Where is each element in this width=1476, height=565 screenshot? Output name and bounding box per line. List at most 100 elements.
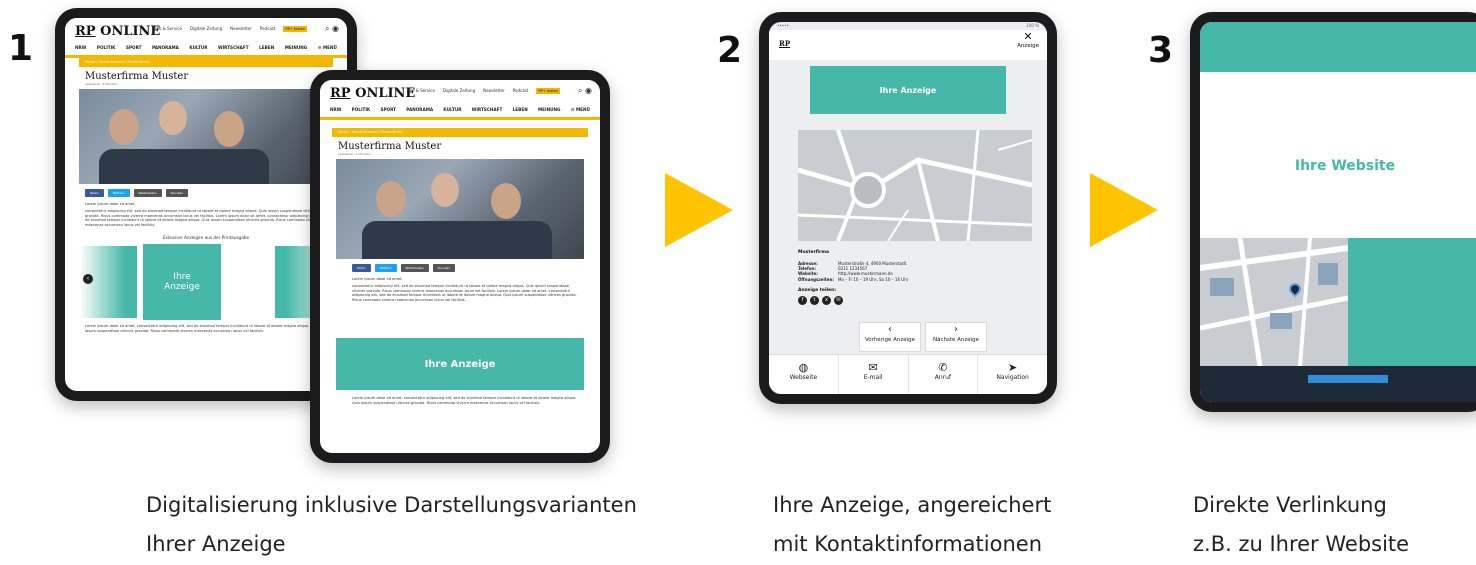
menu-button[interactable]: ☰ MENÜ xyxy=(318,45,337,50)
facebook-share-button[interactable]: Teilen xyxy=(352,264,371,272)
close-label: Anzeige xyxy=(1017,43,1039,49)
contact-field: Öffnungszeiten: Mo – Fr 10 – 19 Uhr, Sa 1… xyxy=(798,276,909,282)
rp-header: RP ONLINE Abo & Service Digitale Zeitung… xyxy=(320,80,600,120)
facebook-icon[interactable]: f xyxy=(798,295,807,305)
twitter-share-button[interactable]: Twittern xyxy=(107,189,130,197)
rp-top-links: Abo & Service Digitale Zeitung Newslette… xyxy=(154,26,307,32)
share-label: Anzeige teilen: xyxy=(798,287,837,293)
print-button[interactable]: Drucken xyxy=(432,264,456,272)
nav-item[interactable]: SPORT xyxy=(126,45,142,50)
article-meta: Lesedauer: 4 Minuten xyxy=(85,82,118,86)
nav-item[interactable]: LEBEN xyxy=(513,107,528,112)
phone-icon: ✆ xyxy=(938,361,948,374)
top-link[interactable]: Digitale Zeitung xyxy=(190,26,222,32)
carousel-title: Exklusive Anzeigen aus der Printausgabe xyxy=(162,235,250,241)
tablet-article-portrait: RP ONLINE Abo & Service Digitale Zeitung… xyxy=(310,70,610,463)
menu-button[interactable]: ☰ MENÜ xyxy=(571,107,590,112)
next-ad-button[interactable]: › Nächste Anzeige xyxy=(925,322,987,352)
caption-line: Direkte Verlinkung xyxy=(1193,493,1387,517)
share-row: Teilen Twittern Weiterleiten Drucken xyxy=(332,259,588,277)
nav-item[interactable]: POLITIK xyxy=(97,45,116,50)
prev-ad-button[interactable]: ‹ Vorherige Anzeige xyxy=(859,322,921,352)
call-button[interactable]: ✆ Anruf xyxy=(909,355,979,394)
article-photo xyxy=(79,89,333,184)
twitter-share-button[interactable]: Twittern xyxy=(374,264,397,272)
article-screen-back: RP ONLINE Abo & Service Digitale Zeitung… xyxy=(65,18,347,391)
top-link[interactable]: Newsletter xyxy=(483,88,505,94)
arrow-right-icon xyxy=(665,173,733,247)
ad-banner[interactable]: Ihre Anzeige xyxy=(336,338,584,391)
nav-item[interactable]: PANORAMA xyxy=(406,107,433,112)
rp-logo[interactable]: RP ONLINE xyxy=(75,24,160,39)
print-button[interactable]: Drucken xyxy=(165,189,189,197)
navigation-icon: ➤ xyxy=(1008,361,1018,374)
mail-share-button[interactable]: Weiterleiten xyxy=(400,264,429,272)
website-map[interactable] xyxy=(1200,238,1348,366)
tablet-ad-detail: ••••• 100 % RP ✕ Anzeige Ihre Anzeige Mu… xyxy=(759,12,1057,404)
article-photo xyxy=(336,159,584,259)
mail-share-button[interactable]: Weiterleiten xyxy=(133,189,162,197)
nav-item[interactable]: NRW xyxy=(330,107,341,112)
nav-item[interactable]: LEBEN xyxy=(259,45,274,50)
rp-plus-badge[interactable]: RP+ testen xyxy=(536,88,560,94)
nav-item[interactable]: WIRTSCHAFT xyxy=(472,107,503,112)
nav-item[interactable]: WIRTSCHAFT xyxy=(218,45,249,50)
email-button[interactable]: ✉ E-mail xyxy=(839,355,909,394)
breadcrumb[interactable]: Home / Sonderthemen / Musterfirma xyxy=(332,128,588,137)
website-screen: Ihre Website xyxy=(1200,22,1476,402)
nav-item[interactable]: SPORT xyxy=(380,107,396,112)
close-button[interactable]: ✕ Anzeige xyxy=(1017,31,1039,50)
navigation-button[interactable]: ➤ Navigation xyxy=(978,355,1047,394)
nav-item[interactable]: MEINUNG xyxy=(538,107,560,112)
carousel-ad-current[interactable]: Ihre Anzeige xyxy=(143,244,221,321)
website-teal-block xyxy=(1348,238,1476,366)
article-intro: Lorem ipsum dolor sit amet, xyxy=(85,202,136,206)
rp-nav: NRW POLITIK SPORT PANORAMA KULTUR WIRTSC… xyxy=(330,107,590,112)
breadcrumb[interactable]: Home / Sonderthemen / Musterfirma xyxy=(79,58,333,67)
map-svg xyxy=(798,130,1032,241)
rp-logo[interactable]: RP xyxy=(779,39,790,48)
website-title[interactable]: Ihre Website xyxy=(1200,158,1476,174)
top-link[interactable]: Newsletter xyxy=(230,26,252,32)
cta-button[interactable] xyxy=(1308,375,1388,383)
nav-item[interactable]: PANORAMA xyxy=(152,45,179,50)
top-link[interactable]: Podcast xyxy=(513,88,529,94)
ad-banner[interactable]: Ihre Anzeige xyxy=(810,66,1006,114)
share-row: Teilen Twittern Weiterleiten Drucken xyxy=(79,184,333,202)
arrow-right-icon xyxy=(1090,173,1158,247)
chevron-right-icon: › xyxy=(954,324,958,335)
article-body: consectetur adipiscing elit, sed do eius… xyxy=(352,284,577,302)
article-title: Musterfirma Muster xyxy=(85,71,189,82)
facebook-share-button[interactable]: Teilen xyxy=(85,189,104,197)
twitter-icon[interactable]: t xyxy=(810,295,819,305)
globe-icon: ◍ xyxy=(798,361,809,374)
article-meta: Lesedauer: 4 Minuten xyxy=(338,152,371,156)
rp-plus-badge[interactable]: RP+ testen xyxy=(283,26,307,32)
nav-item[interactable]: KULTUR xyxy=(443,107,461,112)
map-view[interactable] xyxy=(798,130,1032,241)
article-body: consectetur adipiscing elit, sed do eius… xyxy=(85,209,324,227)
nav-item[interactable]: KULTUR xyxy=(189,45,207,50)
rp-logo[interactable]: RP ONLINE xyxy=(330,86,415,101)
xing-icon[interactable]: x xyxy=(822,295,831,305)
website-button[interactable]: ◍ Webseite xyxy=(769,355,839,394)
article-title: Musterfirma Muster xyxy=(338,141,442,152)
search-icon[interactable]: ⌕ ◉ xyxy=(578,86,592,96)
step-3-caption: Direkte Verlinkung z.B. zu Ihrer Website xyxy=(1193,486,1473,564)
top-link[interactable]: Abo & Service xyxy=(407,88,435,94)
tablet-website: Ihre Website xyxy=(1190,12,1476,412)
caption-line: Ihre Anzeige, angereichert xyxy=(773,493,1052,517)
nav-item[interactable]: MEINUNG xyxy=(285,45,307,50)
website-footer xyxy=(1200,366,1476,402)
article-intro: Lorem ipsum dolor sit amet, xyxy=(352,277,403,281)
mail-icon[interactable]: ✉ xyxy=(834,295,843,305)
top-link[interactable]: Digitale Zeitung xyxy=(443,88,475,94)
rp-nav: NRW POLITIK SPORT PANORAMA KULTUR WIRTSC… xyxy=(75,45,337,50)
article-footer-text: Lorem ipsum dolor sit amet, consectetur … xyxy=(85,324,319,333)
status-bar: ••••• 100 % xyxy=(777,23,1039,28)
top-link[interactable]: Podcast xyxy=(260,26,276,32)
nav-item[interactable]: NRW xyxy=(75,45,86,50)
top-link[interactable]: Abo & Service xyxy=(154,26,182,32)
nav-item[interactable]: POLITIK xyxy=(352,107,371,112)
search-icon[interactable]: ⌕ ◉ xyxy=(325,24,339,34)
